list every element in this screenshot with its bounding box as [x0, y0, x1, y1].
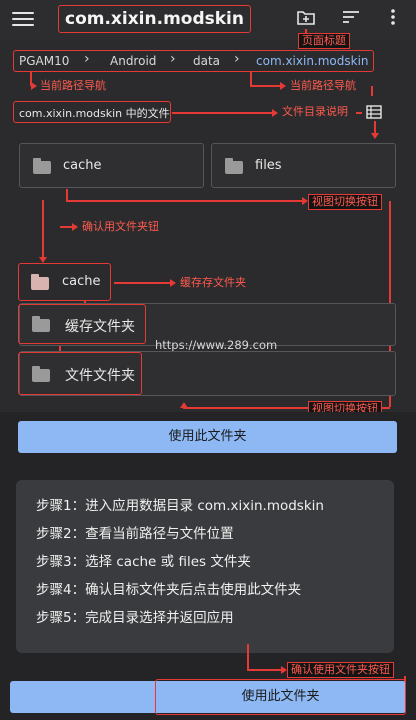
folder-label: cache — [63, 158, 102, 173]
annotation-line — [66, 200, 302, 202]
step-5: 步骤5：完成目录选择并返回应用 — [36, 610, 234, 626]
folder-icon — [225, 158, 243, 174]
step-2: 步骤2：查看当前路径与文件位置 — [36, 526, 234, 542]
chevron-right-icon: › — [84, 51, 90, 67]
annotation-confirm-use-btn: 确认使用文件夹按钮 — [287, 662, 394, 678]
annotation-cache-folder: 缓存存文件夹 — [180, 276, 246, 289]
annotation-line — [247, 644, 249, 670]
breadcrumb-item-current[interactable]: com.xixin.modskin — [256, 52, 369, 70]
breadcrumb-item-pgam10[interactable]: PGAM10 — [19, 52, 69, 70]
annotation-line — [250, 72, 252, 86]
annotation-line — [371, 86, 373, 96]
annotation-line — [42, 200, 44, 257]
list-folder-files-cn[interactable]: 文件文件夹 — [18, 352, 142, 395]
annotation-line — [374, 121, 376, 133]
annotation-crumb-nav-1: 当前路径导航 — [40, 79, 106, 92]
annotation-arrow — [31, 82, 37, 90]
directory-subtitle: com.xixin.modskin 中的文件 — [19, 107, 170, 120]
hamburger-menu-icon[interactable] — [12, 9, 34, 27]
breadcrumb-item-data[interactable]: data — [193, 52, 220, 70]
more-options-icon[interactable] — [390, 8, 396, 26]
annotation-line — [172, 112, 272, 114]
folder-label: 文件文件夹 — [65, 368, 135, 384]
chevron-right-icon: › — [170, 51, 176, 67]
breadcrumb-item-android[interactable]: Android — [110, 52, 156, 70]
folder-label: cache — [62, 274, 101, 289]
annotation-line — [114, 282, 170, 284]
annotation-view-switch-1: 视图切换按钮 — [308, 194, 382, 210]
use-folder-button-bottom[interactable]: 使用此文件夹 — [155, 679, 406, 715]
grid-folder-files[interactable]: files — [211, 143, 396, 188]
new-folder-icon[interactable] — [296, 8, 316, 26]
grid-folder-cache[interactable]: cache — [19, 143, 204, 188]
step-4: 步骤4：确认目标文件夹后点击使用此文件夹 — [36, 582, 302, 598]
annotation-arrow — [280, 82, 286, 90]
page-title: com.xixin.modskin — [58, 5, 251, 33]
folder-icon — [31, 274, 49, 290]
folder-icon — [33, 158, 51, 174]
step-1: 步骤1：进入应用数据目录 com.xixin.modskin — [36, 498, 324, 514]
steps-card: 步骤1：进入应用数据目录 com.xixin.modskin 步骤2：查看当前路… — [16, 480, 394, 653]
annotation-arrow — [180, 402, 188, 408]
folder-label: 缓存文件夹 — [65, 319, 135, 335]
annotation-crumb-nav-2: 当前路径导航 — [290, 79, 356, 92]
chevron-right-icon: › — [234, 51, 240, 67]
annotation-confirm-folder: 确认用文件夹钮 — [82, 220, 159, 233]
watermark-url: https://www.289.com — [155, 338, 278, 352]
annotation-dir-desc: 文件目录说明 — [282, 105, 348, 118]
use-folder-button-top[interactable]: 使用此文件夹 — [18, 421, 397, 453]
annotation-line — [250, 85, 280, 87]
list-folder-cache[interactable]: cache — [18, 263, 111, 301]
folder-icon — [32, 366, 50, 382]
annotation-line — [356, 112, 362, 114]
folder-icon — [32, 316, 50, 332]
annotation-line — [247, 669, 281, 671]
list-view-icon[interactable] — [366, 105, 382, 119]
list-folder-cache-cn[interactable]: 缓存文件夹 — [18, 304, 146, 344]
sort-icon[interactable] — [341, 9, 361, 25]
folder-label: files — [255, 158, 282, 173]
annotation-arrow — [170, 279, 176, 287]
annotation-page-title: 页面标题 — [298, 33, 350, 49]
step-3: 步骤3：选择 cache 或 files 文件夹 — [36, 554, 251, 570]
annotation-arrow — [371, 133, 379, 139]
annotation-arrow — [72, 223, 78, 231]
annotation-arrow — [272, 109, 278, 117]
